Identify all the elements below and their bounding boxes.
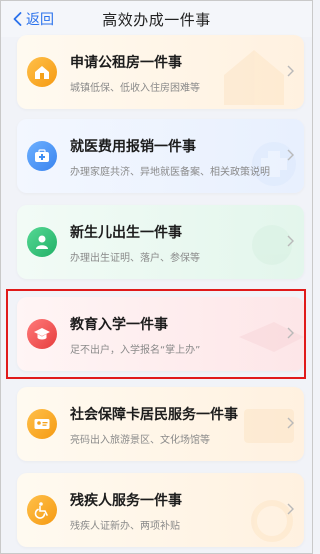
navigation-bar: 返回 高效办成一件事 [1,1,312,37]
graduation-cap-watermark-icon [239,322,304,352]
chevron-right-icon [287,149,294,161]
card-title: 就医费用报销一件事 [70,139,196,155]
service-card-newborn[interactable]: 新生儿出生一件事 办理出生证明、落户、参保等 [17,205,304,279]
card-subtitle: 残疾人证新办、两项补贴 [70,521,180,532]
house-watermark-icon [224,50,284,105]
wheelchair-icon [27,495,57,525]
chevron-right-icon [287,327,294,339]
id-card-icon [27,409,57,439]
card-subtitle: 城镇低保、低收入住房困难等 [70,83,200,94]
card-title: 申请公租房一件事 [70,55,182,71]
card-subtitle: 亮码出入旅游景区、文化场馆等 [70,435,210,446]
service-card-education-enrollment[interactable]: 教育入学一件事 足不出户，入学报名“掌上办” [17,297,304,371]
newborn-watermark-icon [252,225,292,265]
card-subtitle: 办理家庭共济、异地就医备案、相关政策说明 [70,167,270,178]
medical-cross-watermark-icon [252,142,296,186]
house-icon [27,57,57,87]
page-title: 高效办成一件事 [102,11,211,29]
service-card-public-housing[interactable]: 申请公租房一件事 城镇低保、低收入住房困难等 [17,35,304,109]
card-subtitle: 足不出户，入学报名“掌上办” [70,345,201,356]
chevron-right-icon [287,235,294,247]
service-card-disability-services[interactable]: 残疾人服务一件事 残疾人证新办、两项补贴 [17,473,304,547]
service-card-social-security[interactable]: 社会保障卡居民服务一件事 亮码出入旅游景区、文化场馆等 [17,387,304,461]
service-card-medical-reimbursement[interactable]: 就医费用报销一件事 办理家庭共济、异地就医备案、相关政策说明 [17,119,304,193]
card-title: 社会保障卡居民服务一件事 [70,407,238,423]
chevron-right-icon [287,417,294,429]
wheelchair-watermark-icon [251,500,293,542]
card-title: 新生儿出生一件事 [70,225,182,241]
chevron-right-icon [287,503,294,515]
baby-icon [27,227,57,257]
card-title: 教育入学一件事 [70,317,168,333]
medical-kit-icon [27,141,57,171]
card-subtitle: 办理出生证明、落户、参保等 [70,253,200,264]
chevron-right-icon [287,65,294,77]
graduation-cap-icon [27,319,57,349]
card-title: 残疾人服务一件事 [70,493,182,509]
id-card-watermark-icon [244,409,294,443]
